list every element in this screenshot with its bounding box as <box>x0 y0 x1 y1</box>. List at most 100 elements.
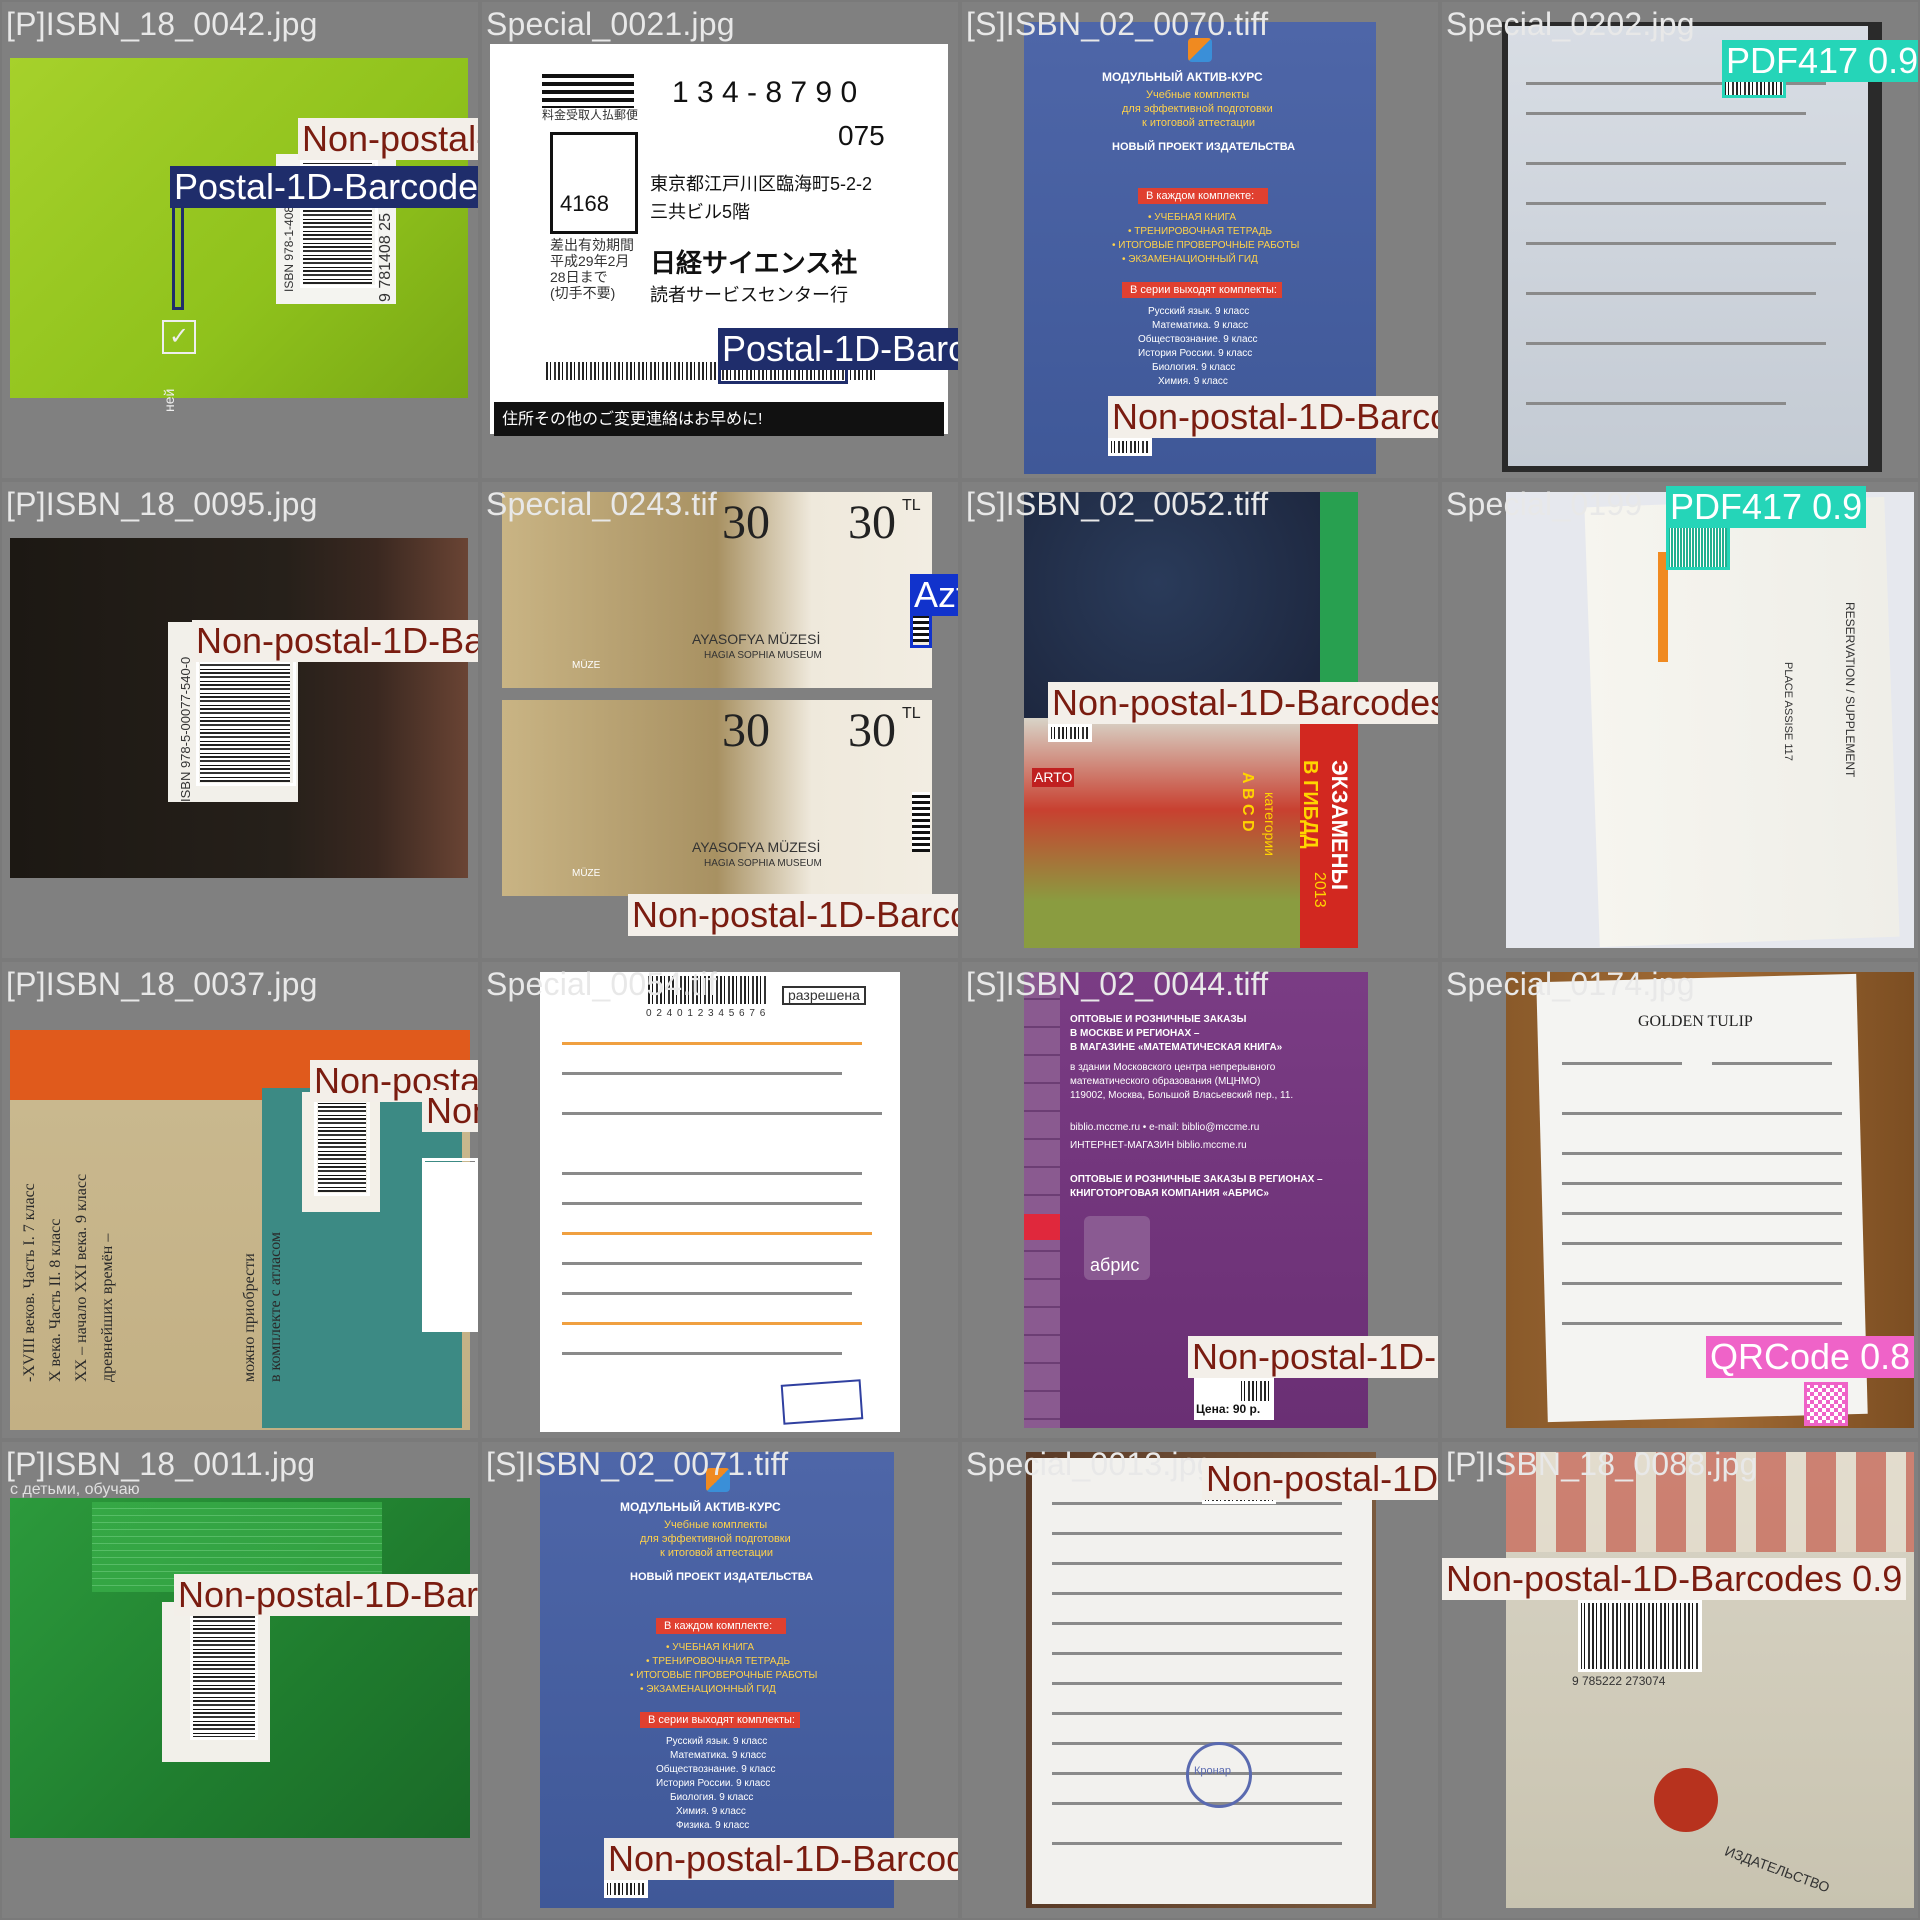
tile-isbn-18-0095[interactable]: ISBN 978-5-00077-540-0 Non-postal-1D-Bar… <box>2 482 478 958</box>
detection-label: Non-postal-1D-Barcodes 0.8 <box>1048 682 1438 724</box>
book-line-6: в комплекте с атласом <box>267 1231 284 1382</box>
series-3: Обществознание. 9 класс <box>656 1764 776 1775</box>
detection-label: Non-postal-1D-Barcodes 0.8 <box>1188 1336 1438 1378</box>
detection-label-postal: Postal-1D-Barcodes 0.3 <box>718 328 958 370</box>
tile-special-0174[interactable]: GOLDEN TULIP QRCode 0.8 Special_0174.jpg <box>1442 962 1918 1438</box>
tile-isbn-18-0011[interactable]: с детьми, обучаю Non-postal-1D-Barcodes … <box>2 1442 478 1918</box>
postal-code: 1 3 4 - 8 7 9 0 <box>672 76 858 109</box>
detection-label: PDF417 0.9 <box>1722 40 1918 82</box>
kit-1: • УЧЕБНАЯ КНИГА <box>1148 212 1237 223</box>
address-line-2: 三共ビル5階 <box>650 202 751 222</box>
tile-special-0199[interactable]: RESERVATION / SUPPLEMENT PLACE ASSISE 11… <box>1442 482 1918 958</box>
subtitle-1: Учебные комплекты <box>1146 89 1250 101</box>
series-header: В серии выходят комплекты: <box>1130 284 1277 296</box>
tile-special-0202[interactable]: PDF417 0.9 Special_0202.jpg <box>1442 2 1918 478</box>
tile-isbn-02-0071[interactable]: МОДУЛЬНЫЙ АКТИВ-КУРС Учебные комплекты д… <box>482 1442 958 1918</box>
subtitle-2: для эффективной подготовки <box>640 1533 791 1545</box>
subtitle-2: для эффективной подготовки <box>1122 103 1273 115</box>
detection-grid: ISBN 978-1-4082- 9 781408 25 ней ✓ Non-p… <box>0 0 1920 1920</box>
price-top-2: 30 <box>848 496 896 549</box>
tile-filename: [S]ISBN_02_0070.tiff <box>966 6 1269 42</box>
number-strip <box>1024 972 1060 1428</box>
tile-special-0243[interactable]: 30 30 TL 30 30 TL AYASOFYA MÜZESİ HAGIA … <box>482 482 958 958</box>
price-unit-bottom: TL <box>902 705 921 722</box>
reservation-text: RESERVATION / SUPPLEMENT <box>1843 602 1857 778</box>
tile-isbn-02-0052[interactable]: ЭКЗАМЕНЫ В ГИБДД категории А В С D 2013 … <box>962 482 1438 958</box>
museum-en-top: HAGIA SOPHIA MUSEUM <box>704 650 822 661</box>
detection-label: PDF417 0.9 <box>1666 486 1867 528</box>
stamp-text: разрешена <box>782 986 866 1005</box>
hotel-name: GOLDEN TULIP <box>1638 1013 1753 1030</box>
car-cover <box>1024 718 1300 948</box>
abris-header: КНИГОТОРГОВАЯ КОМПАНИЯ «АБРИС» <box>1070 1188 1269 1199</box>
shop-line: ИНТЕРНЕТ-МАГАЗИН biblio.mccme.ru <box>1070 1140 1247 1151</box>
abris-logo-text: абрис <box>1090 1255 1140 1275</box>
detection-label: Non-postal-1D-Barcodes 1.0 <box>174 1574 478 1616</box>
address-3: 119002, Москва, Большой Власьевский пер.… <box>1070 1090 1294 1101</box>
isbn-text: ISBN 978-5-00077-540-0 <box>178 656 193 802</box>
series-4: История России. 9 класс <box>656 1778 771 1789</box>
tile-special-0054[interactable]: 0 2 4 0 1 2 3 4 5 6 7 6 разрешена Specia… <box>482 962 958 1438</box>
tile-filename: [P]ISBN_18_0011.jpg <box>6 1446 316 1482</box>
spine-subtitle: В ГИБДД <box>1299 760 1321 849</box>
series-6: Химия. 9 класс <box>676 1806 746 1817</box>
kit-4: • ЭКЗАМЕНАЦИОННЫЙ ГИД <box>1122 254 1258 265</box>
course-title: МОДУЛЬНЫЙ АКТИВ-КУРС <box>1102 70 1263 84</box>
tile-isbn-02-0044[interactable]: ОПТОВЫЕ И РОЗНИЧНЫЕ ЗАКАЗЫ В МОСКВЕ И РЕ… <box>962 962 1438 1438</box>
detection-label: Non-postal-1D-Barcodes 0.8 <box>1108 396 1438 438</box>
tile-special-0013[interactable]: Кронар Non-postal-1D-Barcodes 0.6 Specia… <box>962 1442 1438 1918</box>
tile-isbn-18-0042[interactable]: ISBN 978-1-4082- 9 781408 25 ней ✓ Non-p… <box>2 2 478 478</box>
museum-en-bottom: HAGIA SOPHIA MUSEUM <box>704 858 822 869</box>
project-title: НОВЫЙ ПРОЕКТ ИЗДАТЕЛЬСТВА <box>630 1571 814 1583</box>
recipient-dept: 読者サービスセンター行 <box>650 285 848 305</box>
validity-1: 差出有効期間 <box>550 237 634 253</box>
museum-name-bottom: AYASOFYA MÜZESİ <box>692 839 821 855</box>
aztec-code-bottom <box>912 792 930 852</box>
price-bottom: 30 <box>722 704 770 757</box>
book-line-1: -XVIII веков. Часть I. 7 класс <box>21 1183 38 1382</box>
highlight-9 <box>1024 1214 1060 1240</box>
series-header: В серии выходят комплекты: <box>648 1714 795 1726</box>
kit-header: В каждом комплекте: <box>664 1620 773 1632</box>
blue-stamp <box>780 1379 864 1425</box>
regions-header: ОПТОВЫЕ И РОЗНИЧНЫЕ ЗАКАЗЫ В РЕГИОНАХ – <box>1070 1174 1323 1185</box>
series-4: История России. 9 класс <box>1138 348 1253 359</box>
subtitle-1: Учебные комплекты <box>664 1519 768 1531</box>
validity-2: 平成29年2月 <box>550 253 630 269</box>
detection-box <box>604 1880 648 1898</box>
muze-badge-top: MÜZE <box>572 660 601 671</box>
price-top: 30 <box>722 496 770 549</box>
stamp-text: Кронар <box>1194 1765 1231 1777</box>
tile-isbn-18-0088[interactable]: 9 785222 273074 ИЗДАТЕЛЬСТВО Non-postal-… <box>1442 1442 1918 1918</box>
price-bottom-2: 30 <box>848 704 896 757</box>
stamp-number: 4168 <box>560 191 609 216</box>
subtitle-3: к итоговой аттестации <box>1142 117 1256 129</box>
book-line-3: ХХ – начало XXI века. 9 класс <box>73 1173 90 1382</box>
detection-label-2: Non-postal-1D-Barcodes 0.4 <box>422 1090 478 1132</box>
detection-box <box>1048 724 1092 742</box>
project-title: НОВЫЙ ПРОЕКТ ИЗДАТЕЛЬСТВА <box>1112 141 1296 153</box>
footer-text: 住所その他のご変更連絡はお早めに! <box>502 411 763 428</box>
tile-isbn-18-0037[interactable]: -XVIII веков. Часть I. 7 класс X века. Ч… <box>2 962 478 1438</box>
seat-text: PLACE ASSISE 117 <box>1782 662 1794 761</box>
tile-special-0021[interactable]: 料金受取人払郵便 1 3 4 - 8 7 9 0 075 4168 東京都江戸川… <box>482 2 958 478</box>
series-6: Химия. 9 класс <box>1158 376 1228 387</box>
detection-label-aztec: Aztec 0.3 <box>910 574 958 616</box>
detection-box-postal <box>172 202 184 310</box>
tile-filename: [P]ISBN_18_0095.jpg <box>6 486 318 522</box>
tile-filename: [P]ISBN_18_0037.jpg <box>6 966 318 1002</box>
document-page <box>1508 26 1868 466</box>
series-7: Физика. 9 класс <box>676 1820 750 1831</box>
book-line-2: X века. Часть II. 8 класс <box>47 1218 64 1382</box>
arto-logo: ARTO <box>1032 768 1075 787</box>
price-unit-top: TL <box>902 497 921 514</box>
tile-filename: Special_0174.jpg <box>1446 966 1695 1002</box>
tile-filename: Special_0021.jpg <box>486 6 735 42</box>
tile-isbn-02-0070[interactable]: МОДУЛЬНЫЙ АКТИВ-КУРС Учебные комплекты д… <box>962 2 1438 478</box>
check-icon: ✓ <box>162 320 196 354</box>
museum-name-top: AYASOFYA MÜZESİ <box>692 631 821 647</box>
address-2: математического образования (МЦНМО) <box>1070 1076 1261 1087</box>
postal-header: 料金受取人払郵便 <box>542 108 639 122</box>
order-header-1: ОПТОВЫЕ И РОЗНИЧНЫЕ ЗАКАЗЫ <box>1070 1014 1247 1025</box>
tile-filename: Special_0199 <box>1446 486 1643 522</box>
